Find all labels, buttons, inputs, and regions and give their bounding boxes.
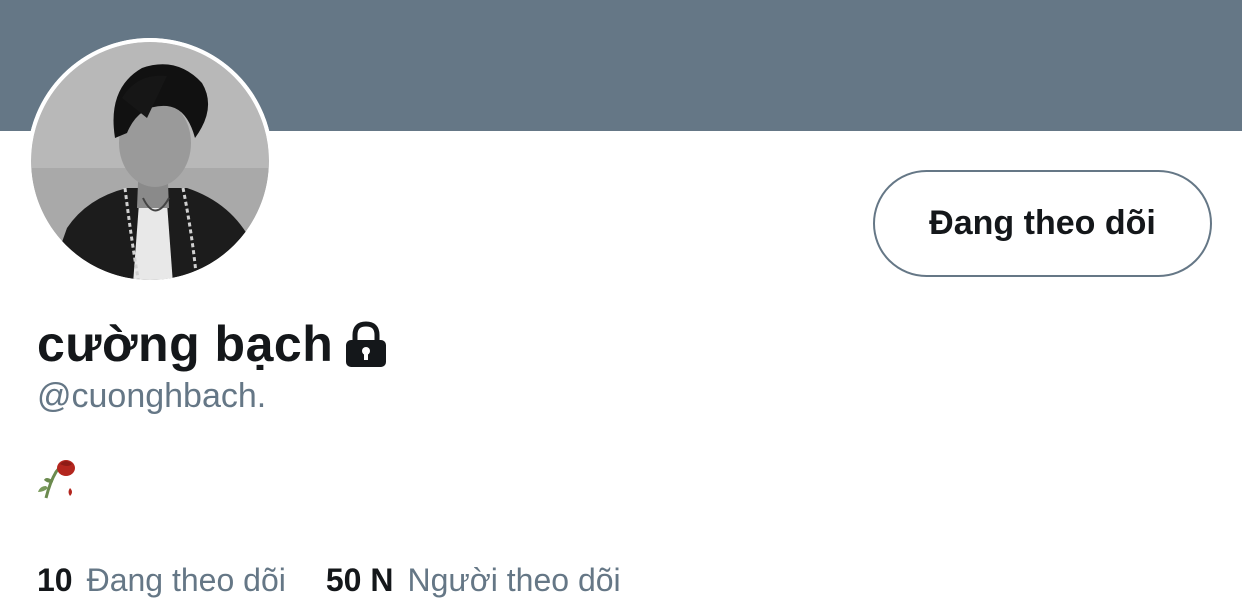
profile-avatar[interactable] — [27, 38, 273, 284]
lock-icon — [343, 320, 389, 368]
following-button[interactable]: Đang theo dõi — [873, 170, 1212, 277]
profile-handle: @cuonghbach. — [37, 377, 267, 415]
followers-stat[interactable]: 50 N Người theo dõi — [326, 562, 621, 599]
bio — [36, 456, 80, 500]
followers-label: Người theo dõi — [407, 561, 621, 598]
following-count: 10 — [37, 561, 73, 598]
following-stat[interactable]: 10 Đang theo dõi — [37, 562, 286, 599]
following-label: Đang theo dõi — [86, 561, 286, 598]
wilted-rose-icon — [36, 460, 80, 504]
profile-name-row: cường bạch — [37, 312, 389, 376]
followers-count: 50 N — [325, 561, 394, 598]
profile-stats: 10 Đang theo dõi 50 N Người theo dõi — [37, 558, 621, 602]
display-name: cường bạch — [37, 316, 334, 372]
